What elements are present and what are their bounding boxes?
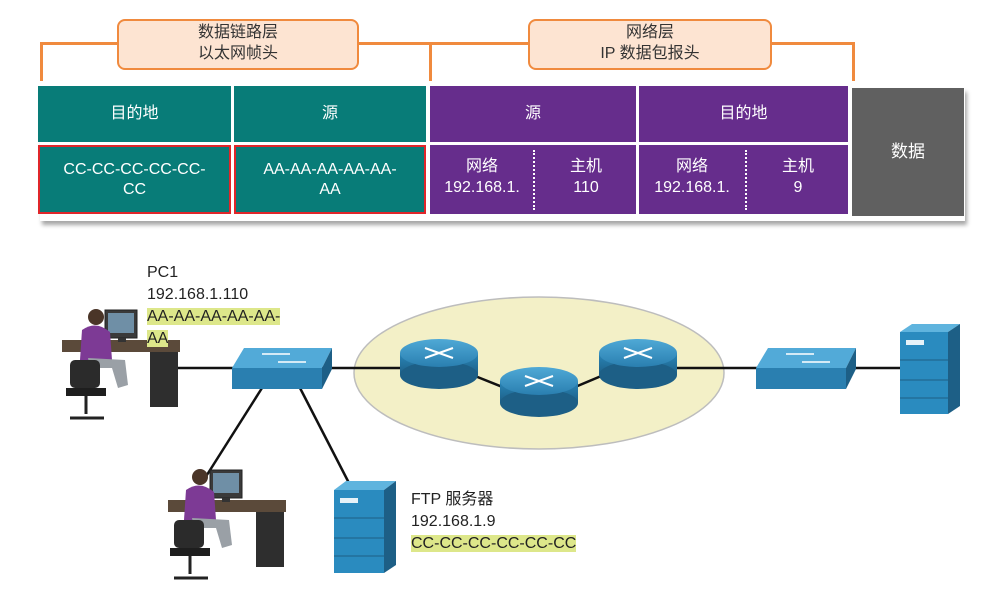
router-1-icon[interactable] — [400, 339, 478, 389]
switch-2-icon[interactable] — [756, 348, 856, 389]
ftp-info: FTP 服务器 192.168.1.9 CC-CC-CC-CC-CC-CC — [411, 489, 577, 555]
ftp-mac: CC-CC-CC-CC-CC-CC — [411, 533, 577, 555]
server-icon[interactable] — [900, 324, 960, 414]
ftp-server-icon[interactable] — [334, 481, 396, 573]
pc1-info: PC1 192.168.1.110 AA-AA-AA-AA-AA- AA — [147, 262, 281, 350]
ftp-name: FTP 服务器 — [411, 491, 494, 508]
ftp-mac-text: CC-CC-CC-CC-CC-CC — [411, 535, 577, 552]
pc1-ip: 192.168.1.110 — [147, 286, 249, 303]
pc1-mac-text: AA-AA-AA-AA-AA- AA — [147, 308, 281, 347]
ftp-ip: 192.168.1.9 — [411, 513, 496, 530]
switch-1-icon[interactable] — [232, 348, 332, 389]
pc1-mac: AA-AA-AA-AA-AA- AA — [147, 306, 281, 350]
router-2-icon[interactable] — [500, 367, 578, 417]
pc1-name: PC1 — [147, 264, 179, 281]
router-3-icon[interactable] — [599, 339, 677, 389]
pc2-workstation-icon[interactable] — [168, 469, 286, 580]
